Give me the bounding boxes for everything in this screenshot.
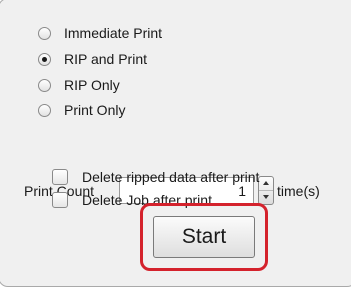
spin-up-arrow-icon[interactable]: [259, 177, 273, 191]
print-count-spinner[interactable]: [258, 176, 274, 205]
radio-button-selected-icon[interactable]: [38, 52, 51, 66]
spin-down-arrow-icon[interactable]: [259, 191, 273, 204]
radio-immediate-print-label: Immediate Print: [64, 25, 163, 41]
radio-immediate-print[interactable]: Immediate Print: [38, 23, 162, 43]
print-count-unit: time(s): [277, 183, 320, 199]
radio-button-icon[interactable]: [38, 26, 51, 40]
start-button[interactable]: Start: [153, 216, 255, 258]
checkbox-icon[interactable]: [52, 192, 68, 208]
radio-print-only[interactable]: Print Only: [38, 100, 125, 120]
checkbox-delete-ripped-data-label: Delete ripped data after print: [82, 169, 260, 185]
radio-rip-and-print[interactable]: RIP and Print: [38, 49, 147, 69]
radio-rip-only-label: RIP Only: [64, 77, 120, 93]
checkbox-delete-ripped-data[interactable]: Delete ripped data after print: [52, 167, 259, 187]
radio-rip-only[interactable]: RIP Only: [38, 75, 120, 95]
checkbox-icon[interactable]: [52, 169, 68, 185]
radio-button-icon[interactable]: [38, 78, 51, 92]
radio-rip-and-print-label: RIP and Print: [64, 51, 148, 67]
radio-print-only-label: Print Only: [64, 102, 126, 118]
radio-button-icon[interactable]: [38, 103, 51, 117]
